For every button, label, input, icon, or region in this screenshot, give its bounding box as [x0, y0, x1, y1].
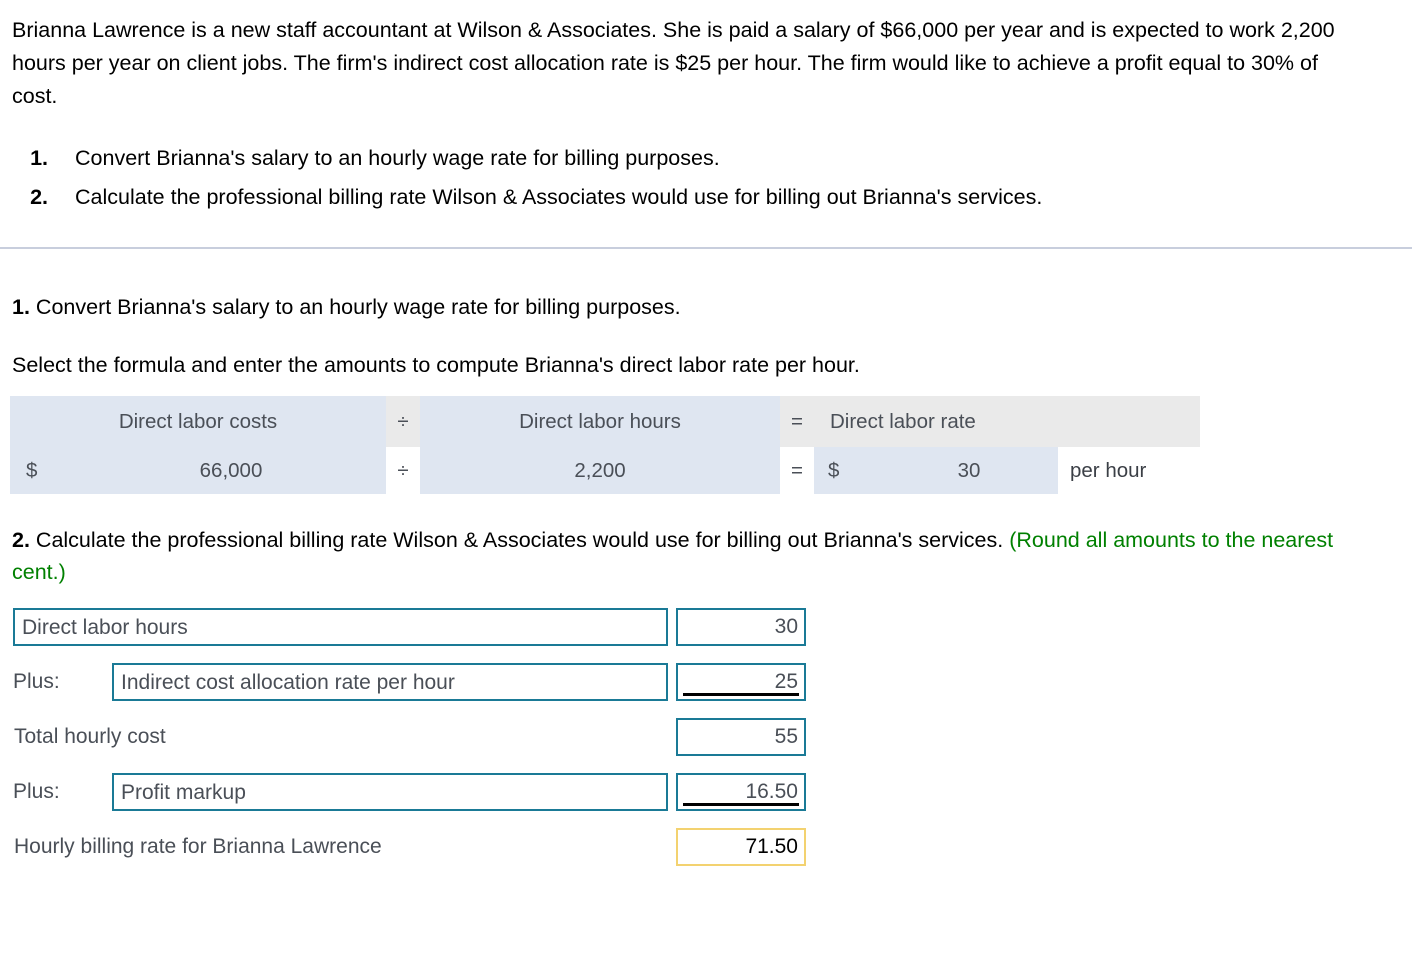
problem-statement-block: Brianna Lawrence is a new staff accounta…	[0, 0, 1418, 217]
requirement-1-heading-text: Convert Brianna's salary to an hourly wa…	[35, 295, 681, 319]
formula-header-term1[interactable]: Direct labor costs	[10, 396, 386, 447]
requirement-text: Convert Brianna's salary to an hourly wa…	[75, 146, 720, 170]
table-row: Hourly billing rate for Brianna Lawrence…	[13, 828, 813, 866]
term1-currency-symbol: $	[26, 458, 38, 482]
section-divider	[0, 247, 1412, 249]
formula-header-divide-operator-icon: ÷	[386, 396, 420, 447]
requirement-1-number: 1.	[12, 295, 30, 319]
term1-amount-input[interactable]: 66,000	[76, 459, 386, 483]
table-row: Direct labor hours 30	[13, 608, 813, 646]
table-row: Plus: Indirect cost allocation rate per …	[13, 663, 813, 701]
result-unit-label: per hour	[1058, 447, 1147, 494]
table-row: $ 66,000 ÷ 2,200 = $ 30 per hour	[10, 447, 1200, 494]
requirement-2-heading-text: Calculate the professional billing rate …	[35, 528, 1004, 552]
table-row: Total hourly cost 55	[13, 718, 813, 756]
direct-labor-rate-formula-table: Direct labor costs ÷ Direct labor hours …	[10, 396, 1200, 494]
total-hourly-cost-value[interactable]: 55	[676, 718, 806, 756]
table-row: Plus: Profit markup 16.50	[13, 773, 813, 811]
formula-header-result: Direct labor rate	[814, 396, 1200, 447]
direct-labor-hours-value-input[interactable]: 30	[676, 608, 806, 646]
requirement-text: Calculate the professional billing rate …	[75, 185, 1043, 209]
row-label-area: Plus: Profit markup	[13, 773, 668, 811]
requirement-1-heading: 1. Convert Brianna's salary to an hourly…	[12, 292, 681, 322]
profit-markup-label-input[interactable]: Profit markup	[112, 773, 668, 811]
table-row: Direct labor costs ÷ Direct labor hours …	[10, 396, 1200, 447]
direct-labor-hours-label-input[interactable]: Direct labor hours	[13, 608, 668, 646]
total-hourly-cost-label: Total hourly cost	[14, 725, 166, 748]
list-item: 2. Calculate the professional billing ra…	[12, 178, 1346, 217]
plus-prefix-label: Plus:	[13, 780, 60, 803]
billing-rate-answer-grid: Direct labor hours 30 Plus: Indirect cos…	[13, 608, 813, 883]
formula-header-equals-icon: =	[780, 396, 814, 447]
list-item: 1. Convert Brianna's salary to an hourly…	[12, 139, 1346, 178]
term2-amount-input[interactable]: 2,200	[420, 447, 780, 494]
result-amount-value: 30	[880, 447, 1058, 494]
requirement-2-number: 2.	[12, 528, 30, 552]
requirement-number: 2.	[30, 185, 48, 209]
formula-header-term2[interactable]: Direct labor hours	[420, 396, 780, 447]
requirement-number: 1.	[30, 146, 48, 170]
row-label-area: Direct labor hours	[13, 608, 668, 646]
problem-statement-text: Brianna Lawrence is a new staff accounta…	[12, 18, 1335, 108]
row-label-area: Hourly billing rate for Brianna Lawrence	[13, 828, 668, 866]
result-currency-symbol: $	[814, 447, 880, 494]
hourly-billing-rate-value[interactable]: 71.50	[676, 828, 806, 866]
requirement-1-prompt: Select the formula and enter the amounts…	[12, 353, 860, 377]
profit-markup-value-input[interactable]: 16.50	[676, 773, 806, 811]
plus-prefix-label: Plus:	[13, 670, 60, 693]
requirements-list: 1. Convert Brianna's salary to an hourly…	[12, 139, 1346, 217]
hourly-billing-rate-label: Hourly billing rate for Brianna Lawrence	[14, 835, 382, 858]
formula-divide-operator-icon: ÷	[386, 447, 420, 494]
row-label-area: Plus: Indirect cost allocation rate per …	[13, 663, 668, 701]
formula-equals-icon: =	[780, 447, 814, 494]
requirement-2-heading: 2. Calculate the professional billing ra…	[12, 524, 1357, 588]
row-label-area: Total hourly cost	[13, 718, 668, 756]
indirect-cost-rate-label-input[interactable]: Indirect cost allocation rate per hour	[112, 663, 668, 701]
indirect-cost-rate-value-input[interactable]: 25	[676, 663, 806, 701]
